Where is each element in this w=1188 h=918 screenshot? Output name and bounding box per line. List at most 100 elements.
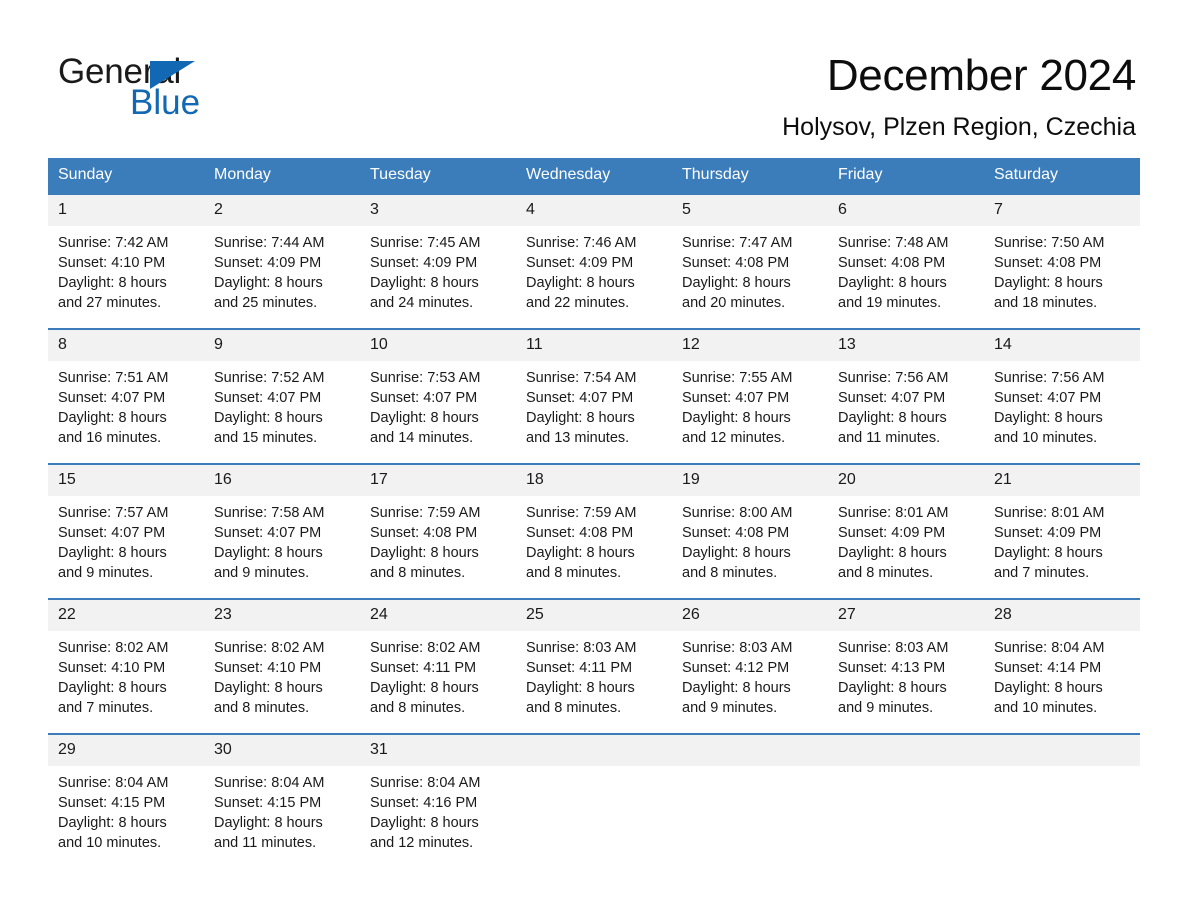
day-cell[interactable]: 21 Sunrise: 8:01 AM Sunset: 4:09 PM Dayl… — [984, 463, 1140, 599]
day-cell[interactable]: 15 Sunrise: 7:57 AM Sunset: 4:07 PM Dayl… — [48, 463, 204, 599]
day-number: 10 — [360, 330, 516, 361]
daylight-text-line1: Daylight: 8 hours — [994, 680, 1103, 696]
day-number: 9 — [204, 330, 360, 361]
day-cell[interactable]: 25 Sunrise: 8:03 AM Sunset: 4:11 PM Dayl… — [516, 598, 672, 734]
day-cell[interactable]: 26 Sunrise: 8:03 AM Sunset: 4:12 PM Dayl… — [672, 598, 828, 734]
day-cell[interactable]: 2 Sunrise: 7:44 AM Sunset: 4:09 PM Dayli… — [204, 193, 360, 329]
day-cell[interactable]: 13 Sunrise: 7:56 AM Sunset: 4:07 PM Dayl… — [828, 328, 984, 464]
daylight-text-line1: Daylight: 8 hours — [214, 545, 323, 561]
sunrise-text: Sunrise: 7:56 AM — [994, 370, 1105, 386]
day-cell[interactable]: 8 Sunrise: 7:51 AM Sunset: 4:07 PM Dayli… — [48, 328, 204, 464]
sunset-text: Sunset: 4:09 PM — [994, 525, 1102, 541]
day-cell[interactable]: 3 Sunrise: 7:45 AM Sunset: 4:09 PM Dayli… — [360, 193, 516, 329]
sunrise-text: Sunrise: 7:59 AM — [526, 505, 637, 521]
weekday-header-wednesday: Wednesday — [516, 158, 672, 194]
day-cell[interactable]: 11 Sunrise: 7:54 AM Sunset: 4:07 PM Dayl… — [516, 328, 672, 464]
day-number: 17 — [360, 465, 516, 496]
day-cell[interactable]: 1 Sunrise: 7:42 AM Sunset: 4:10 PM Dayli… — [48, 193, 204, 329]
weekday-header-tuesday: Tuesday — [360, 158, 516, 194]
weekday-header-friday: Friday — [828, 158, 984, 194]
calendar-grid: Sunday Monday Tuesday Wednesday Thursday… — [48, 158, 1140, 869]
daylight-text-line1: Daylight: 8 hours — [526, 410, 635, 426]
day-cell[interactable]: 29 Sunrise: 8:04 AM Sunset: 4:15 PM Dayl… — [48, 733, 204, 869]
calendar-week-row: 29 Sunrise: 8:04 AM Sunset: 4:15 PM Dayl… — [48, 733, 1140, 869]
sunset-text: Sunset: 4:13 PM — [838, 660, 946, 676]
location-subtitle: Holysov, Plzen Region, Czechia — [782, 113, 1136, 141]
day-cell[interactable]: 27 Sunrise: 8:03 AM Sunset: 4:13 PM Dayl… — [828, 598, 984, 734]
day-cell[interactable]: 23 Sunrise: 8:02 AM Sunset: 4:10 PM Dayl… — [204, 598, 360, 734]
daylight-text-line1: Daylight: 8 hours — [370, 275, 479, 291]
day-cell[interactable]: 12 Sunrise: 7:55 AM Sunset: 4:07 PM Dayl… — [672, 328, 828, 464]
day-details: Sunrise: 8:02 AM Sunset: 4:11 PM Dayligh… — [360, 631, 516, 718]
daylight-text-line1: Daylight: 8 hours — [682, 275, 791, 291]
day-cell[interactable]: 10 Sunrise: 7:53 AM Sunset: 4:07 PM Dayl… — [360, 328, 516, 464]
sunrise-text: Sunrise: 7:53 AM — [370, 370, 481, 386]
day-cell[interactable]: 5 Sunrise: 7:47 AM Sunset: 4:08 PM Dayli… — [672, 193, 828, 329]
daylight-text-line2: and 12 minutes. — [370, 835, 474, 851]
sunset-text: Sunset: 4:15 PM — [58, 795, 166, 811]
weekday-header-thursday: Thursday — [672, 158, 828, 194]
day-cell[interactable]: 22 Sunrise: 8:02 AM Sunset: 4:10 PM Dayl… — [48, 598, 204, 734]
day-cell[interactable]: 14 Sunrise: 7:56 AM Sunset: 4:07 PM Dayl… — [984, 328, 1140, 464]
calendar-week-row: 1 Sunrise: 7:42 AM Sunset: 4:10 PM Dayli… — [48, 193, 1140, 329]
daylight-text-line1: Daylight: 8 hours — [214, 815, 323, 831]
sunrise-text: Sunrise: 8:02 AM — [370, 640, 481, 656]
day-details: Sunrise: 8:00 AM Sunset: 4:08 PM Dayligh… — [672, 496, 828, 583]
day-cell[interactable]: 7 Sunrise: 7:50 AM Sunset: 4:08 PM Dayli… — [984, 193, 1140, 329]
daylight-text-line2: and 9 minutes. — [214, 565, 310, 581]
daylight-text-line1: Daylight: 8 hours — [682, 410, 791, 426]
day-cell[interactable]: 19 Sunrise: 8:00 AM Sunset: 4:08 PM Dayl… — [672, 463, 828, 599]
sunset-text: Sunset: 4:08 PM — [370, 525, 478, 541]
day-number: 14 — [984, 330, 1140, 361]
sunset-text: Sunset: 4:09 PM — [526, 255, 634, 271]
sunrise-text: Sunrise: 8:03 AM — [526, 640, 637, 656]
daylight-text-line2: and 11 minutes. — [214, 835, 317, 851]
sunrise-text: Sunrise: 7:59 AM — [370, 505, 481, 521]
daylight-text-line1: Daylight: 8 hours — [58, 680, 167, 696]
general-blue-logo[interactable]: General Blue — [58, 52, 358, 124]
day-cell[interactable]: 20 Sunrise: 8:01 AM Sunset: 4:09 PM Dayl… — [828, 463, 984, 599]
day-cell[interactable]: 6 Sunrise: 7:48 AM Sunset: 4:08 PM Dayli… — [828, 193, 984, 329]
day-number: 5 — [672, 195, 828, 226]
day-cell[interactable]: 24 Sunrise: 8:02 AM Sunset: 4:11 PM Dayl… — [360, 598, 516, 734]
daylight-text-line1: Daylight: 8 hours — [994, 410, 1103, 426]
daylight-text-line2: and 8 minutes. — [214, 700, 310, 716]
sunrise-text: Sunrise: 7:44 AM — [214, 235, 325, 251]
day-details: Sunrise: 8:01 AM Sunset: 4:09 PM Dayligh… — [828, 496, 984, 583]
daylight-text-line1: Daylight: 8 hours — [370, 815, 479, 831]
day-cell[interactable]: 16 Sunrise: 7:58 AM Sunset: 4:07 PM Dayl… — [204, 463, 360, 599]
day-details: Sunrise: 7:44 AM Sunset: 4:09 PM Dayligh… — [204, 226, 360, 313]
day-cell[interactable]: 17 Sunrise: 7:59 AM Sunset: 4:08 PM Dayl… — [360, 463, 516, 599]
day-cell[interactable]: 31 Sunrise: 8:04 AM Sunset: 4:16 PM Dayl… — [360, 733, 516, 869]
sunrise-text: Sunrise: 8:04 AM — [58, 775, 169, 791]
sunrise-text: Sunrise: 7:58 AM — [214, 505, 325, 521]
day-cell[interactable]: 18 Sunrise: 7:59 AM Sunset: 4:08 PM Dayl… — [516, 463, 672, 599]
page-header: General Blue December 2024 Holysov, Plze… — [0, 0, 1188, 150]
daylight-text-line2: and 24 minutes. — [370, 295, 474, 311]
daylight-text-line1: Daylight: 8 hours — [838, 410, 947, 426]
day-number: 7 — [984, 195, 1140, 226]
day-details: Sunrise: 8:02 AM Sunset: 4:10 PM Dayligh… — [48, 631, 204, 718]
day-details: Sunrise: 8:04 AM Sunset: 4:15 PM Dayligh… — [204, 766, 360, 853]
day-number: 4 — [516, 195, 672, 226]
day-details: Sunrise: 8:01 AM Sunset: 4:09 PM Dayligh… — [984, 496, 1140, 583]
day-number: 26 — [672, 600, 828, 631]
sunrise-text: Sunrise: 7:48 AM — [838, 235, 949, 251]
daylight-text-line2: and 19 minutes. — [838, 295, 942, 311]
sunset-text: Sunset: 4:07 PM — [526, 390, 634, 406]
day-cell[interactable]: 28 Sunrise: 8:04 AM Sunset: 4:14 PM Dayl… — [984, 598, 1140, 734]
daylight-text-line1: Daylight: 8 hours — [58, 275, 167, 291]
calendar-week-row: 15 Sunrise: 7:57 AM Sunset: 4:07 PM Dayl… — [48, 463, 1140, 599]
sunset-text: Sunset: 4:08 PM — [526, 525, 634, 541]
day-cell[interactable]: 30 Sunrise: 8:04 AM Sunset: 4:15 PM Dayl… — [204, 733, 360, 869]
daylight-text-line1: Daylight: 8 hours — [682, 545, 791, 561]
day-number — [828, 735, 984, 766]
daylight-text-line2: and 9 minutes. — [838, 700, 934, 716]
day-cell[interactable]: 9 Sunrise: 7:52 AM Sunset: 4:07 PM Dayli… — [204, 328, 360, 464]
sunrise-text: Sunrise: 8:01 AM — [838, 505, 949, 521]
day-number — [984, 735, 1140, 766]
sunrise-text: Sunrise: 7:56 AM — [838, 370, 949, 386]
daylight-text-line2: and 8 minutes. — [370, 700, 466, 716]
day-number: 2 — [204, 195, 360, 226]
day-cell[interactable]: 4 Sunrise: 7:46 AM Sunset: 4:09 PM Dayli… — [516, 193, 672, 329]
